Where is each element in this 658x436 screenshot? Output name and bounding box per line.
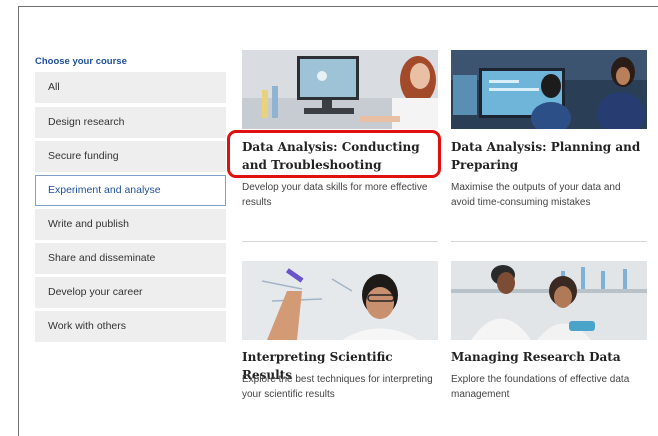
sidebar-heading: Choose your course [35,56,127,67]
course-image-lab-researchers[interactable] [451,261,647,340]
card-divider [451,241,647,242]
course-description: Maximise the outputs of your data and av… [451,182,621,208]
course-image-lab-scientist-computer[interactable] [242,50,438,129]
highlight-annotation-box [227,130,441,178]
course-description: Explore the best techniques for interpre… [242,374,433,400]
course-image-scientist-whiteboard[interactable] [242,261,438,340]
course-title[interactable]: Data Analysis: Planning and Preparing [451,138,647,174]
sidebar-item-design-research[interactable]: Design research [35,107,226,138]
course-description: Explore the foundations of effective dat… [451,374,630,400]
card-divider [242,241,438,242]
sidebar-item-work-with-others[interactable]: Work with others [35,311,226,342]
sidebar-item-write-and-publish[interactable]: Write and publish [35,209,226,240]
sidebar-item-develop-your-career[interactable]: Develop your career [35,277,226,308]
course-image-researchers-screens[interactable] [451,50,647,129]
sidebar-item-share-and-disseminate[interactable]: Share and disseminate [35,243,226,274]
course-description: Develop your data skills for more effect… [242,182,428,208]
sidebar-item-secure-funding[interactable]: Secure funding [35,141,226,172]
sidebar-item-all[interactable]: All [35,72,226,103]
sidebar-item-experiment-and-analyse[interactable]: Experiment and analyse [35,175,226,206]
course-title[interactable]: Managing Research Data [451,348,621,366]
